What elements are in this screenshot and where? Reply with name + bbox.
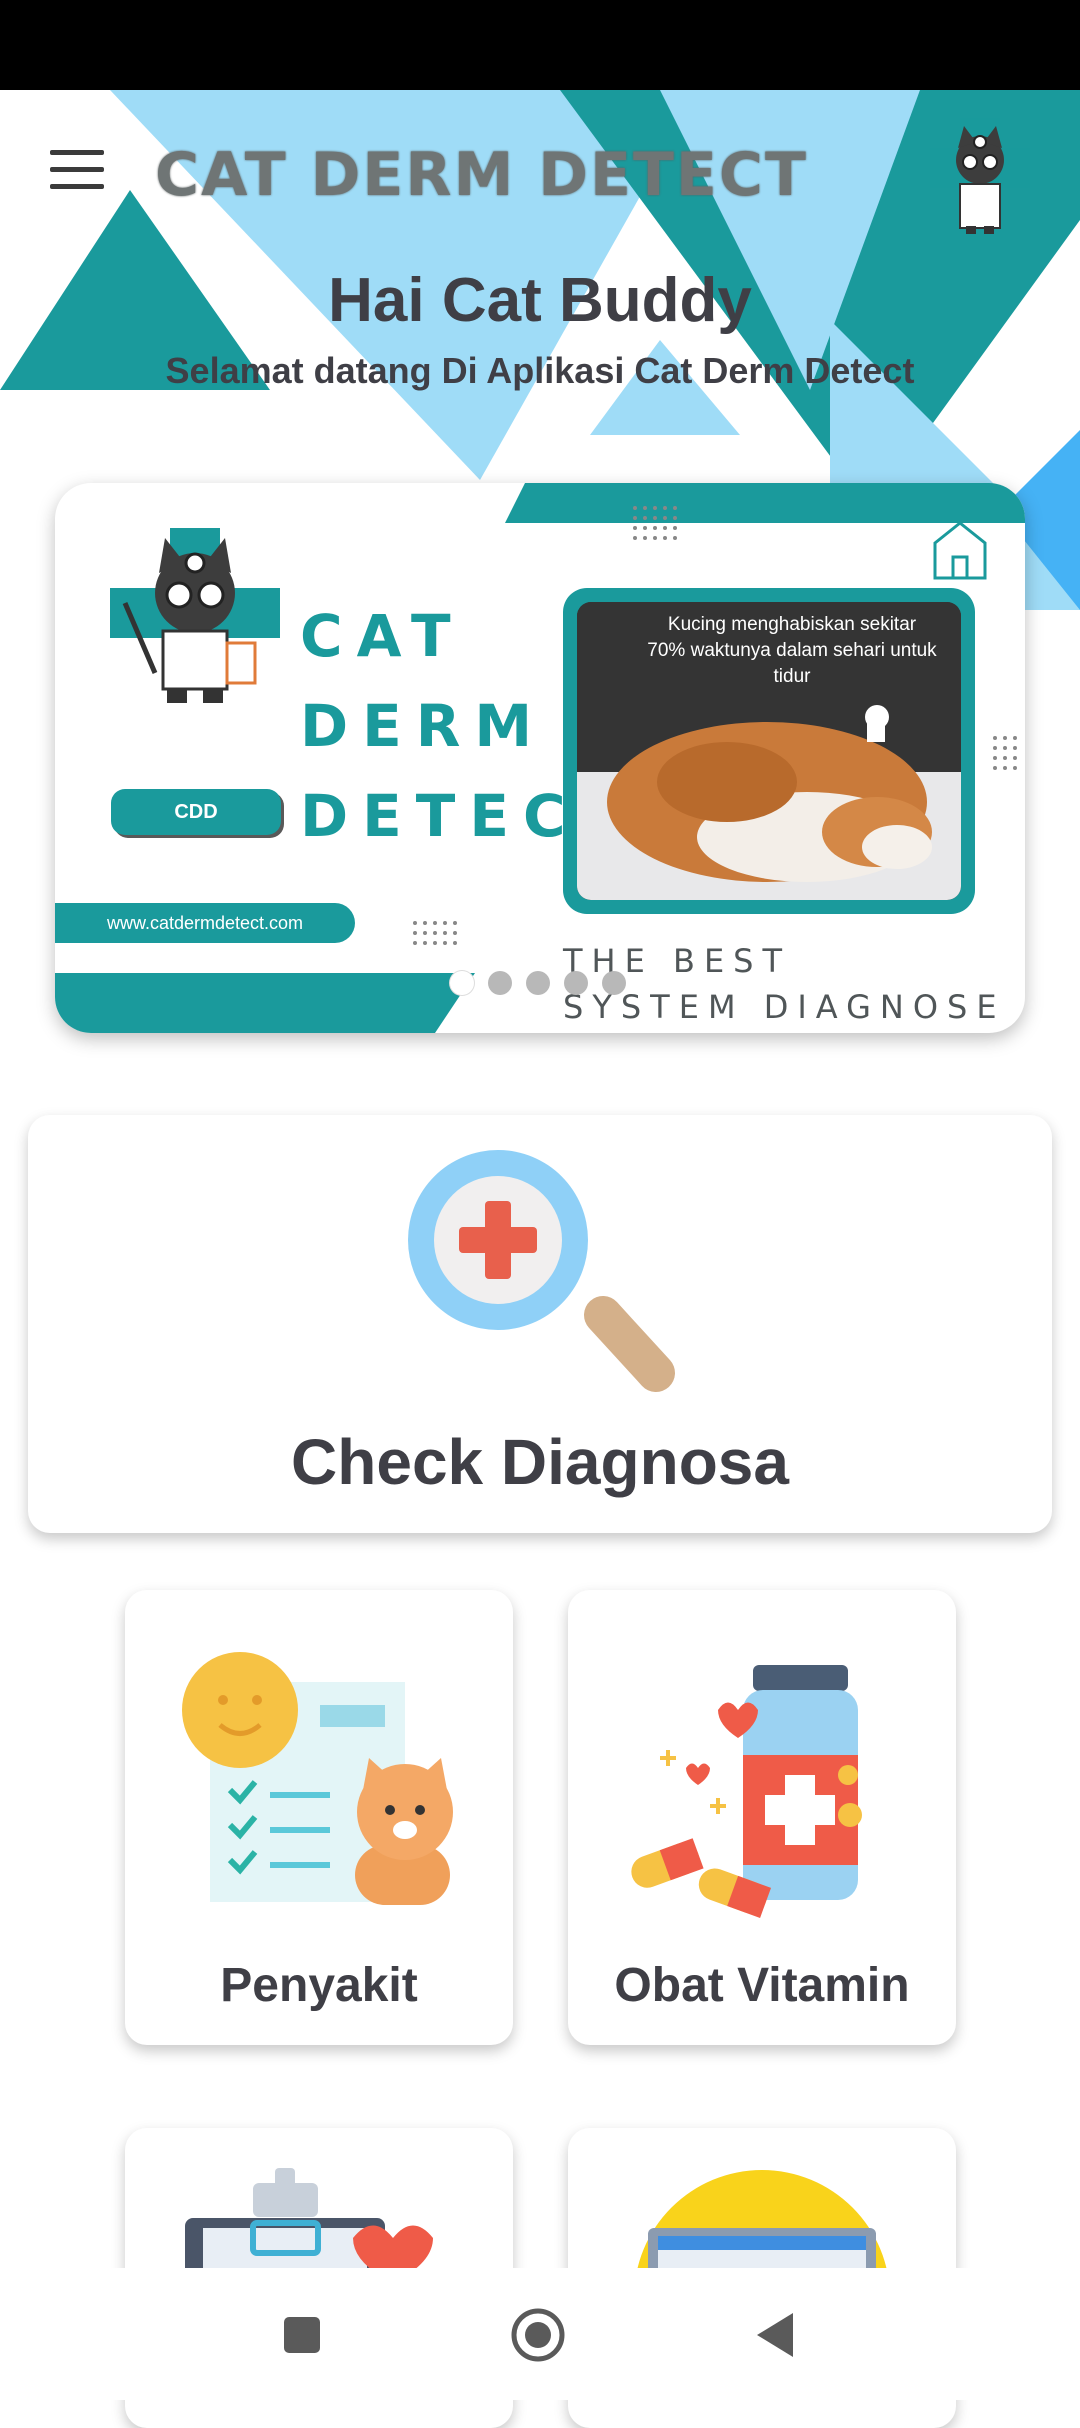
penyakit-card[interactable]: Penyakit [125,1590,513,2045]
carousel-indicator [450,971,626,995]
promo-banner-carousel[interactable]: CAT DERM DETECT CDD www.catdermdetect.co… [55,483,1025,1033]
home-nav-icon[interactable] [508,2305,568,2365]
medicine-bottle-icon [631,1665,862,1918]
back-nav-icon[interactable] [745,2305,805,2365]
sleeping-cat-photo: Kucing menghabiskan sekitar 70% waktunya… [577,602,961,900]
carousel-dot[interactable] [564,971,588,995]
photo-frame: Kucing menghabiskan sekitar 70% waktunya… [563,588,975,914]
welcome-subtitle: Selamat datang Di Aplikasi Cat Derm Dete… [165,350,915,391]
recent-apps-icon[interactable] [272,2305,332,2365]
carousel-dot[interactable] [602,971,626,995]
magnifier-plus-icon [408,1150,675,1392]
obat-vitamin-label: Obat Vitamin [614,1959,910,2012]
cdd-badge: CDD [111,789,281,835]
doctor-cat-logo [110,528,280,703]
photo-caption: Kucing menghabiskan sekitar 70% waktunya… [647,614,937,687]
banner-tagline: THE BEST SYSTEM DIAGNOSE [563,938,1006,1030]
carousel-dot[interactable] [488,971,512,995]
clipboard-cat-icon [182,1652,453,1905]
doctor-cat-avatar[interactable] [930,118,1030,238]
penyakit-label: Penyakit [220,1959,418,2012]
medical-record-icon [185,2168,433,2278]
calendar-icon [635,2170,889,2278]
app-title: CAT DERM DETECT [155,140,808,210]
obat-vitamin-card[interactable]: Obat Vitamin [568,1590,956,2045]
tagline-line1: THE BEST [563,942,792,980]
carousel-dot[interactable] [450,971,474,995]
check-diagnosa-card[interactable]: Check Diagnosa [28,1115,1052,1533]
greeting-title: Hai Cat Buddy [328,266,752,335]
status-bar [0,0,1080,90]
tagline-line2: SYSTEM DIAGNOSE [563,988,1006,1026]
carousel-dot[interactable] [526,971,550,995]
home-icon [933,521,987,580]
website-url: www.catdermdetect.com [55,903,355,943]
menu-icon[interactable] [50,150,104,190]
check-diagnosa-label: Check Diagnosa [291,1426,789,1498]
